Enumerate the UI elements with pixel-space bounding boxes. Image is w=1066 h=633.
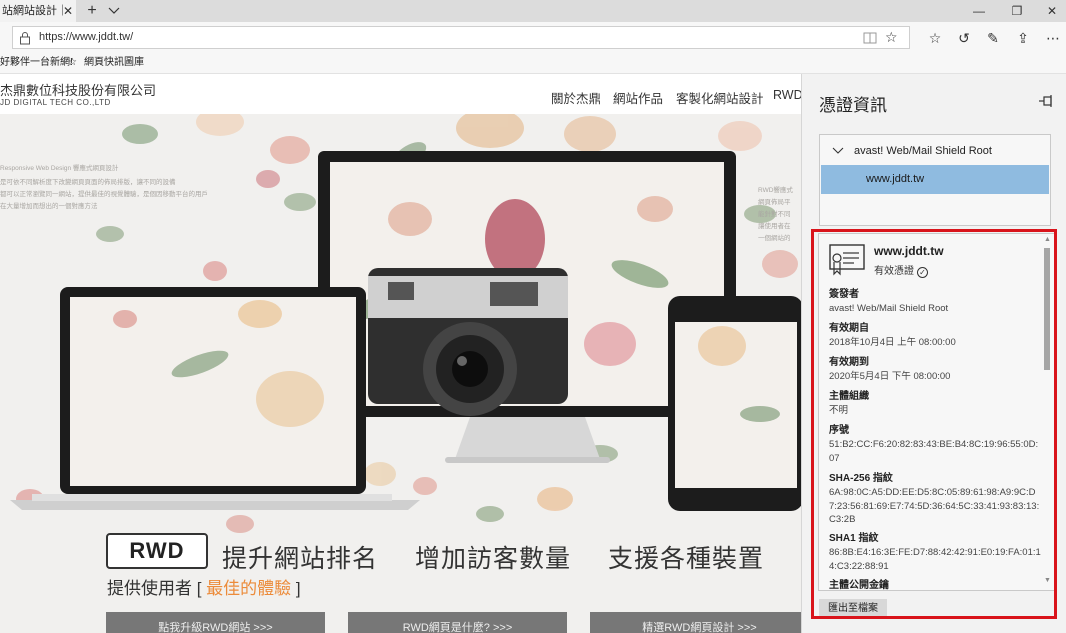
- browser-tab[interactable]: 站網站設計｜ ✕: [0, 0, 76, 22]
- field-label: 簽發者: [829, 289, 859, 300]
- pen-icon[interactable]: ✎: [982, 29, 1004, 47]
- favorite-item[interactable]: 好夥伴一台新網!: [0, 52, 73, 74]
- certificate-icon: [829, 244, 865, 276]
- hero-left-text: 在大量增加而想出的一個對應方法: [0, 203, 98, 210]
- pin-icon[interactable]: [1038, 94, 1054, 108]
- hero-right-text: 讓使用者在: [758, 223, 791, 230]
- hero-left-text: 都可以正常瀏覽同一網站，提供最佳的視覺體驗，是個因移動平台的用戶: [0, 191, 208, 198]
- company-name[interactable]: 杰鼎數位科技股份有限公司: [0, 80, 156, 99]
- featured-rwd-button[interactable]: 精選RWD網頁設計 >>>: [590, 612, 801, 633]
- chain-leaf-item[interactable]: www.jddt.tw: [821, 165, 1049, 194]
- field-value: avast! Web/Mail Shield Root: [829, 303, 949, 314]
- hero-left-text: Responsive Web Design 響應式網頁設計: [0, 165, 119, 172]
- export-to-file-button[interactable]: 匯出至檔案: [819, 599, 887, 619]
- lock-icon[interactable]: [19, 31, 31, 45]
- url-text[interactable]: https://www.jddt.tw/: [39, 27, 133, 48]
- chain-root-item[interactable]: avast! Web/Mail Shield Root: [820, 141, 1050, 161]
- restore-icon[interactable]: ❐: [1003, 0, 1031, 22]
- cert-status: 有效憑證 ✓: [874, 262, 928, 278]
- close-window-icon[interactable]: ✕: [1038, 0, 1066, 22]
- chain-root-label: avast! Web/Mail Shield Root: [854, 145, 992, 157]
- history-icon[interactable]: ↺: [953, 29, 975, 47]
- share-icon[interactable]: ⇪: [1012, 29, 1034, 47]
- field-sha256: SHA-256 指紋 6A:98:0C:A5:DD:EE:D5:8C:05:89…: [829, 472, 1041, 527]
- certificate-panel: 憑證資訊 avast! Web/Mail Shield Root www.jdd…: [801, 74, 1066, 633]
- field-value: 不明: [829, 405, 849, 416]
- field-valid-to: 有效期到 2020年5月4日 下午 08:00:00: [829, 356, 1041, 384]
- field-serial: 序號 51:B2:CC:F6:20:82:83:43:BE:B4:8C:19:9…: [829, 424, 1041, 465]
- field-value: 2020年5月4日 下午 08:00:00: [829, 371, 951, 382]
- favorites-bar: 好夥伴一台新網! ☆ 網頁快訊圖庫: [0, 52, 1066, 74]
- field-label: SHA1 指紋: [829, 533, 879, 544]
- url-field[interactable]: https://www.jddt.tw/ ☆: [12, 26, 910, 49]
- field-value: 2018年10月4日 上午 08:00:00: [829, 337, 956, 348]
- field-subject-org: 主體組織 不明: [829, 390, 1041, 418]
- slogan-visitors: 增加訪客數量: [415, 545, 572, 573]
- site-header: 杰鼎數位科技股份有限公司 JD DIGITAL TECH CO.,LTD 關於杰…: [0, 74, 801, 114]
- field-valid-from: 有效期自 2018年10月4日 上午 08:00:00: [829, 322, 1041, 350]
- new-tab-icon[interactable]: +: [84, 0, 100, 22]
- certificate-details[interactable]: www.jddt.tw 有效憑證 ✓ 簽發者 avast! Web/Mail Sh…: [818, 233, 1055, 591]
- hero-right-text: 能針對不同: [758, 211, 791, 218]
- cert-status-label: 有效憑證: [874, 266, 914, 277]
- tab-title: 站網站設計｜: [2, 5, 68, 17]
- favorite-star-small-icon: ☆: [68, 57, 77, 68]
- panel-title: 憑證資訊: [819, 96, 887, 115]
- field-label: 主體公開金鑰: [829, 580, 889, 591]
- reading-view-icon[interactable]: [863, 31, 877, 45]
- field-label: 有效期自: [829, 323, 869, 334]
- hero-right-text: 一個網站的: [758, 235, 791, 242]
- field-public-key: 主體公開金鑰: [829, 579, 1041, 591]
- laptop: [10, 287, 420, 510]
- chevron-down-icon[interactable]: [832, 141, 844, 161]
- slogan-ranking: 提升網站排名: [222, 545, 379, 573]
- company-subtitle: JD DIGITAL TECH CO.,LTD: [0, 98, 111, 107]
- chain-leaf-label: www.jddt.tw: [866, 173, 925, 185]
- sub-slogan-prefix: 提供使用者 [: [107, 579, 207, 598]
- slogan-devices: 支援各種裝置: [608, 545, 765, 573]
- chevron-down-icon[interactable]: [106, 0, 122, 22]
- field-value: 86:8B:E4:16:3E:FE:D7:88:42:42:91:E0:19:F…: [829, 547, 1041, 572]
- nav-portfolio[interactable]: 網站作品: [613, 88, 663, 107]
- more-icon[interactable]: ⋯: [1042, 29, 1064, 47]
- field-issuer: 簽發者 avast! Web/Mail Shield Root: [829, 288, 1041, 316]
- close-tab-icon[interactable]: ✕: [60, 0, 76, 22]
- field-label: 有效期到: [829, 357, 869, 368]
- field-label: 主體組織: [829, 391, 869, 402]
- nav-custom-design[interactable]: 客製化網站設計: [676, 88, 764, 107]
- nav-rwd[interactable]: RWD: [773, 88, 801, 102]
- tablet: [668, 296, 801, 511]
- sub-slogan-suffix: ]: [291, 579, 301, 598]
- scroll-thumb[interactable]: [1044, 248, 1050, 370]
- minimize-icon[interactable]: —: [965, 0, 993, 22]
- hero-left-text: 是可依不同解析度下改變網頁頁面的佈局排版，讓不同的設備: [0, 179, 176, 186]
- favorite-item[interactable]: 網頁快訊圖庫: [84, 52, 144, 74]
- rwd-badge: RWD: [106, 533, 208, 569]
- field-value: 6A:98:0C:A5:DD:EE:D5:8C:05:89:61:98:A9:9…: [829, 487, 1040, 525]
- field-sha1: SHA1 指紋 86:8B:E4:16:3E:FE:D7:88:42:42:91…: [829, 532, 1041, 573]
- nav-about[interactable]: 關於杰鼎: [551, 88, 601, 107]
- cert-name: www.jddt.tw: [874, 244, 944, 258]
- sub-slogan-accent: 最佳的體驗: [206, 579, 292, 598]
- favorite-star-icon[interactable]: ☆: [885, 28, 898, 47]
- details-scrollbar[interactable]: ▲ ▼: [1041, 234, 1054, 590]
- field-label: SHA-256 指紋: [829, 473, 893, 484]
- checkmark-icon: ✓: [917, 267, 928, 278]
- webpage: 杰鼎數位科技股份有限公司 JD DIGITAL TECH CO.,LTD 關於杰…: [0, 74, 801, 633]
- hero-banner: Responsive Web Design 響應式網頁設計 是可依不同解析度下改…: [0, 114, 801, 633]
- hero-right-text: RWD響應式: [758, 187, 793, 194]
- favorites-hub-icon[interactable]: ☆: [924, 29, 946, 47]
- scroll-up-icon[interactable]: ▲: [1044, 236, 1051, 243]
- address-bar: https://www.jddt.tw/ ☆: [0, 22, 1066, 52]
- sub-slogan: 提供使用者 [ 最佳的體驗 ]: [107, 574, 301, 599]
- field-label: 序號: [829, 425, 849, 436]
- tab-bar: 站網站設計｜ ✕ + — ❐ ✕: [0, 0, 1066, 22]
- field-value: 51:B2:CC:F6:20:82:83:43:BE:B4:8C:19:96:5…: [829, 439, 1039, 464]
- upgrade-rwd-button[interactable]: 點我升級RWD網站 >>>: [106, 612, 325, 633]
- hero-right-text: 網頁佈局平: [758, 199, 791, 206]
- camera: [368, 268, 568, 416]
- what-is-rwd-button[interactable]: RWD網頁是什麼? >>>: [348, 612, 567, 633]
- certificate-chain: avast! Web/Mail Shield Root www.jddt.tw: [819, 134, 1051, 226]
- scroll-down-icon[interactable]: ▼: [1044, 577, 1051, 584]
